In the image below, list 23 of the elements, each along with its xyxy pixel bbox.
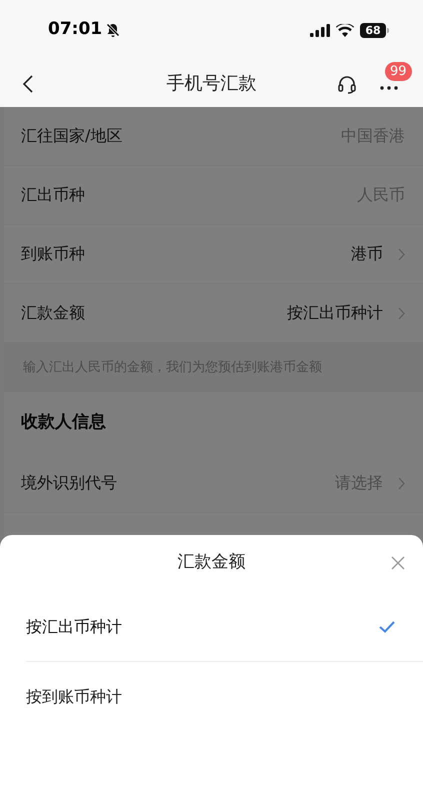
notification-badge: 99	[385, 62, 412, 80]
option-label: 按到账币种计	[26, 686, 122, 708]
option-row[interactable]: 按到账币种计	[26, 662, 423, 731]
back-icon[interactable]	[22, 74, 34, 94]
option-row[interactable]: 按汇出币种计	[26, 593, 423, 662]
sheet-title: 汇款金额	[178, 551, 246, 574]
more-icon[interactable]	[380, 86, 398, 90]
wifi-icon	[336, 24, 354, 36]
signal-icon	[310, 24, 330, 36]
field-value: 按汇出币种计	[287, 302, 383, 324]
battery-indicator: 68	[360, 22, 389, 38]
field-label: 到账币种	[21, 243, 85, 265]
page-title: 手机号汇款	[166, 73, 256, 94]
close-icon[interactable]	[391, 556, 405, 570]
field-label: 汇款金额	[21, 302, 85, 324]
status-time: 07:01	[48, 18, 102, 42]
field-label: 汇出币种	[21, 184, 85, 206]
option-label: 按汇出币种计	[26, 616, 122, 638]
field-value: 港币	[351, 243, 383, 265]
checkmark-icon	[379, 621, 395, 633]
field-label: 境外识别代号	[21, 472, 117, 494]
field-label: 汇往国家/地区	[21, 125, 122, 147]
section-heading: 收款人信息	[21, 411, 106, 434]
